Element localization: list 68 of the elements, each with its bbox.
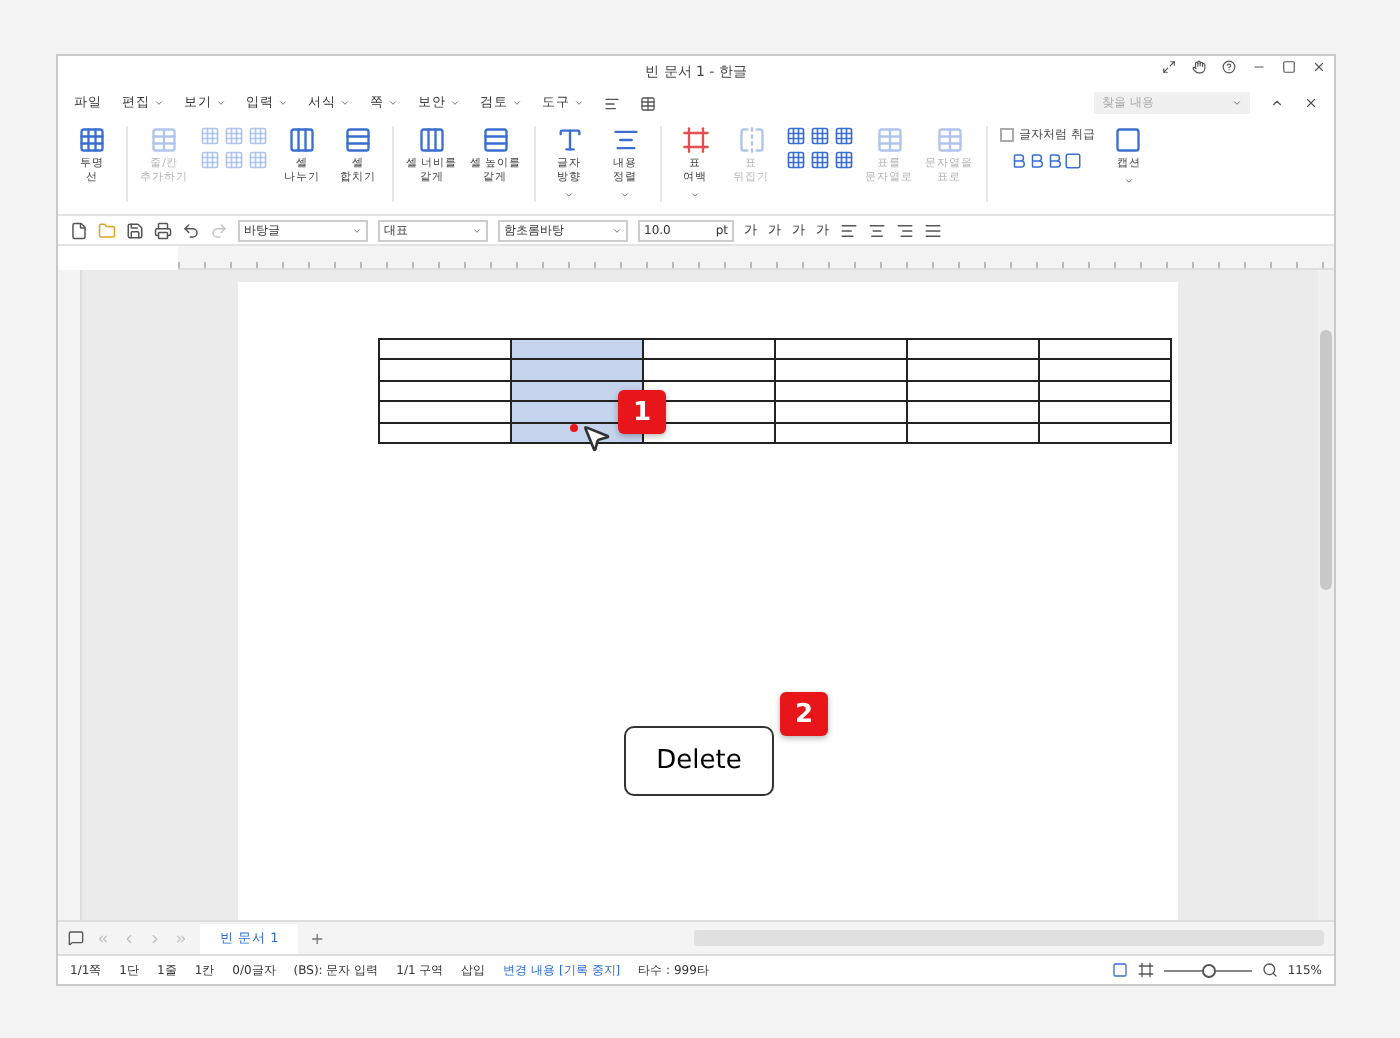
save-icon[interactable] (126, 221, 144, 239)
delete-key: Delete (624, 726, 774, 796)
table-cell[interactable] (908, 381, 1040, 403)
caret-icon[interactable] (690, 189, 700, 200)
table-cell[interactable] (1040, 340, 1172, 361)
caret-icon[interactable] (574, 98, 584, 108)
caret-icon[interactable] (620, 189, 630, 200)
close-icon[interactable] (1312, 60, 1326, 74)
zoom-icon[interactable] (1261, 962, 1278, 978)
table-cell[interactable] (1040, 423, 1172, 444)
caret-icon[interactable] (340, 98, 350, 108)
comment-icon[interactable] (68, 930, 84, 946)
caret-icon[interactable] (154, 98, 164, 108)
step-badge: 2 (780, 692, 828, 736)
align-left-icon[interactable] (840, 221, 858, 239)
print-icon[interactable] (154, 221, 172, 239)
undo-icon[interactable] (182, 221, 200, 239)
caret-icon[interactable] (216, 98, 226, 108)
maximize-icon[interactable] (1282, 60, 1296, 74)
caret-icon[interactable] (352, 225, 362, 235)
table-cell[interactable] (1040, 402, 1172, 424)
caret-icon[interactable] (612, 225, 622, 235)
caret-icon[interactable] (1123, 175, 1134, 186)
table-cell[interactable] (776, 423, 908, 444)
step-number-tooltip: 1 (618, 390, 666, 434)
page-view-icon[interactable] (1111, 962, 1128, 978)
table-cell[interactable] (908, 340, 1040, 361)
zoom-slider-thumb[interactable] (1201, 963, 1216, 977)
caret-icon[interactable] (472, 225, 482, 235)
caret-icon[interactable] (564, 189, 574, 200)
table-cell[interactable] (1040, 360, 1172, 382)
table-cell[interactable] (380, 402, 512, 424)
table-cell[interactable] (380, 423, 512, 444)
checkbox[interactable] (999, 128, 1013, 142)
table-cell[interactable] (908, 423, 1040, 444)
new-file-icon[interactable] (70, 221, 88, 239)
table-cell[interactable] (380, 360, 512, 382)
caret-icon[interactable] (512, 98, 522, 108)
justify-icon[interactable] (924, 221, 942, 239)
table-cell[interactable] (1040, 381, 1172, 403)
table-cell[interactable] (776, 402, 908, 424)
expand-icon[interactable] (1162, 60, 1176, 74)
table-tools-icon[interactable] (785, 126, 853, 170)
caret-icon[interactable] (388, 98, 398, 108)
marker-dot (570, 424, 578, 432)
vertical-scrollbar[interactable] (1318, 270, 1334, 920)
chevron-up-icon[interactable] (1270, 96, 1284, 110)
help-icon[interactable] (1222, 60, 1236, 74)
table-cell[interactable] (380, 381, 512, 403)
close-icon[interactable] (1304, 96, 1318, 110)
add-tab-button[interactable]: + (310, 929, 324, 947)
caret-icon[interactable] (450, 98, 460, 108)
table-cell[interactable] (512, 340, 644, 361)
table-cell[interactable] (380, 340, 512, 361)
mouse-cursor-icon (580, 422, 612, 454)
caret-icon[interactable] (1232, 98, 1242, 108)
table-cell[interactable] (644, 360, 776, 382)
table-cell[interactable] (776, 381, 908, 403)
table-cell[interactable] (908, 360, 1040, 382)
align-center-icon[interactable] (868, 221, 886, 239)
table-cell[interactable] (644, 340, 776, 361)
table-cell[interactable] (776, 340, 908, 361)
table-cell[interactable] (908, 402, 1040, 424)
table-cell[interactable] (776, 360, 908, 382)
caret-icon[interactable] (278, 98, 288, 108)
table-cell[interactable] (512, 360, 644, 382)
hand-icon[interactable] (1192, 60, 1206, 74)
align-right-icon[interactable] (896, 221, 914, 239)
